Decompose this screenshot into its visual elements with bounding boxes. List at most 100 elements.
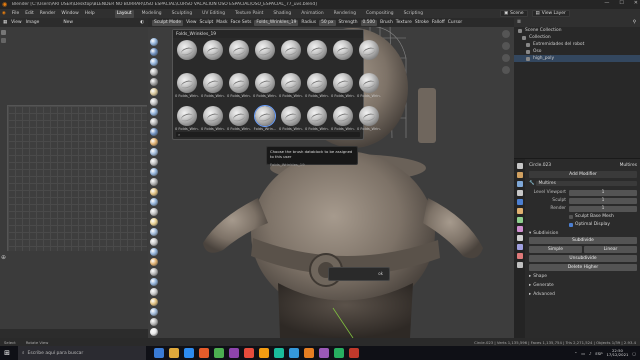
taskbar-app-icon[interactable]: [169, 348, 179, 358]
sculpt-tool-icon[interactable]: [150, 228, 158, 236]
properties-tab-icon[interactable]: [516, 199, 523, 205]
camera-icon[interactable]: [502, 54, 510, 62]
taskbar-app-icon[interactable]: [244, 348, 254, 358]
taskbar-search[interactable]: ⌕ Escribe aquí para buscar: [18, 346, 146, 360]
taskbar-app-icon[interactable]: [184, 348, 194, 358]
taskbar-app-icon[interactable]: [214, 348, 224, 358]
brush-thumbnail[interactable]: [176, 40, 198, 70]
brush-thumbnail[interactable]: 0 Folds_Wrin...: [357, 106, 381, 136]
zoom-icon[interactable]: [502, 30, 510, 38]
texture-panel-menu[interactable]: Texture: [396, 20, 412, 25]
workspace-tab-layout[interactable]: Layout: [114, 9, 134, 18]
sculpt-tool-icon[interactable]: [150, 238, 158, 246]
tray-up-icon[interactable]: ⌃: [574, 351, 577, 356]
sculpt-tool-icon[interactable]: [150, 248, 158, 256]
sculpt-menu[interactable]: Sculpt: [200, 20, 214, 25]
properties-tab-icon[interactable]: [516, 190, 523, 196]
workspace-tab-animation[interactable]: Animation: [299, 10, 325, 18]
sculpt-tool-icon[interactable]: [150, 68, 158, 76]
properties-tab-icon[interactable]: [516, 217, 523, 223]
brush-thumbnail[interactable]: [280, 40, 302, 70]
sculpt-tool-icon[interactable]: [150, 258, 158, 266]
render-level-field[interactable]: 1: [569, 205, 637, 212]
sculpt-tool-icon[interactable]: [150, 118, 158, 126]
cursor-panel-menu[interactable]: Cursor: [448, 20, 462, 25]
workspace-tab-texture-paint[interactable]: Texture Paint: [233, 10, 265, 18]
cursor-tool-icon[interactable]: [1, 30, 6, 35]
brush-thumbnail[interactable]: [332, 40, 354, 70]
sculpt-tool-icon[interactable]: [150, 128, 158, 136]
sculpt-tool-icon[interactable]: [150, 78, 158, 86]
language-indicator[interactable]: ESP: [595, 351, 602, 356]
face-sets-menu[interactable]: Face Sets: [231, 20, 252, 25]
view-layer-selector[interactable]: ▤ View Layer: [531, 10, 570, 17]
properties-tab-icon[interactable]: [516, 226, 523, 232]
sculpt-tool-icon[interactable]: [150, 58, 158, 66]
optimal-display-row[interactable]: Optimal Display: [529, 221, 637, 228]
generate-section[interactable]: ▸ Generate: [529, 282, 637, 289]
taskbar-app-icon[interactable]: [154, 348, 164, 358]
taskbar-app-icon[interactable]: [274, 348, 284, 358]
uv-grid[interactable]: [7, 105, 147, 251]
brush-thumbnail[interactable]: 0 Folds_Wrin...: [253, 73, 277, 103]
brush-search-field[interactable]: ⌕: [176, 132, 360, 137]
minimize-button[interactable]: —: [604, 0, 609, 6]
mask-menu[interactable]: Mask: [216, 20, 227, 25]
hand-pan-icon[interactable]: [502, 42, 510, 50]
outliner-row[interactable]: Collection: [514, 34, 640, 41]
add-modifier-button[interactable]: Add Modifier: [529, 171, 637, 178]
taskbar-app-icon[interactable]: [304, 348, 314, 358]
properties-tab-icon[interactable]: [516, 181, 523, 187]
shape-section[interactable]: ▸ Shape: [529, 273, 637, 280]
sculpt-tool-icon[interactable]: [150, 198, 158, 206]
filter-icon[interactable]: ⚲: [633, 20, 636, 25]
properties-tab-icon[interactable]: [516, 253, 523, 259]
brush-thumbnail[interactable]: [254, 40, 276, 70]
workspace-tab-rendering[interactable]: Rendering: [332, 10, 358, 18]
sculpt-tool-icon[interactable]: [150, 288, 158, 296]
new-image-button[interactable]: New: [63, 20, 73, 25]
menu-edit[interactable]: Edit: [25, 11, 34, 16]
brush-thumbnail[interactable]: [358, 40, 380, 70]
sculpt-base-mesh-checkbox[interactable]: [569, 214, 573, 219]
sculpt-tool-icon[interactable]: [150, 88, 158, 96]
properties-tab-icon[interactable]: [516, 244, 523, 250]
mode-selector[interactable]: Sculpt Mode: [152, 19, 184, 26]
sculpt-level-field[interactable]: 1: [569, 197, 637, 204]
subdivision-section[interactable]: ▾ Subdivision: [529, 230, 637, 237]
move-tool-icon[interactable]: [1, 38, 6, 43]
outliner-row[interactable]: Oso: [514, 48, 640, 55]
taskbar-app-icon[interactable]: [199, 348, 209, 358]
taskbar-app-icon[interactable]: [229, 348, 239, 358]
radius-field[interactable]: 50 px: [319, 19, 336, 26]
properties-tab-icon[interactable]: [516, 262, 523, 268]
brush-thumbnail[interactable]: 0 Folds_Wrin...: [279, 73, 303, 103]
sculpt-tool-icon[interactable]: [150, 318, 158, 326]
sculpt-tool-icon[interactable]: [150, 48, 158, 56]
brush-thumbnail[interactable]: 0 Folds_Wrin...: [201, 73, 225, 103]
3d-viewport[interactable]: Sculpt Mode View Sculpt Mask Face Sets F…: [148, 18, 514, 338]
sculpt-base-mesh-row[interactable]: Sculpt Base Mesh: [529, 213, 637, 220]
brush-thumbnail[interactable]: 0 Folds_Wrin...: [227, 73, 251, 103]
subdivide-button[interactable]: Subdivide: [529, 237, 637, 244]
workspace-tab-shading[interactable]: Shading: [271, 10, 293, 18]
outliner-row[interactable]: Extremidades del robot: [514, 41, 640, 48]
sculpt-tool-icon[interactable]: [150, 168, 158, 176]
unsubdivide-button[interactable]: Unsubdivide: [529, 255, 637, 262]
delete-higher-button[interactable]: Delete Higher: [529, 264, 637, 271]
brush-thumbnail[interactable]: 0 Folds_Wrin...: [305, 73, 329, 103]
sculpt-tool-icon[interactable]: [150, 138, 158, 146]
outliner-row[interactable]: high_poly: [514, 55, 640, 62]
close-button[interactable]: ✕: [634, 0, 638, 6]
sculpt-tool-icon[interactable]: [150, 278, 158, 286]
workspace-tab-scripting[interactable]: Scripting: [402, 10, 426, 18]
advanced-section[interactable]: ▸ Advanced: [529, 291, 637, 298]
notifications-icon[interactable]: ▢: [632, 351, 636, 356]
menu-render[interactable]: Render: [40, 11, 56, 16]
optimal-display-checkbox[interactable]: [569, 222, 573, 227]
sculpt-tool-icon[interactable]: [150, 98, 158, 106]
operator-popup[interactable]: ok: [328, 267, 390, 281]
image-editor-view-menu[interactable]: View: [11, 20, 21, 25]
sculpt-tool-icon[interactable]: [150, 38, 158, 46]
crosshair-icon[interactable]: ⊕: [1, 254, 6, 261]
